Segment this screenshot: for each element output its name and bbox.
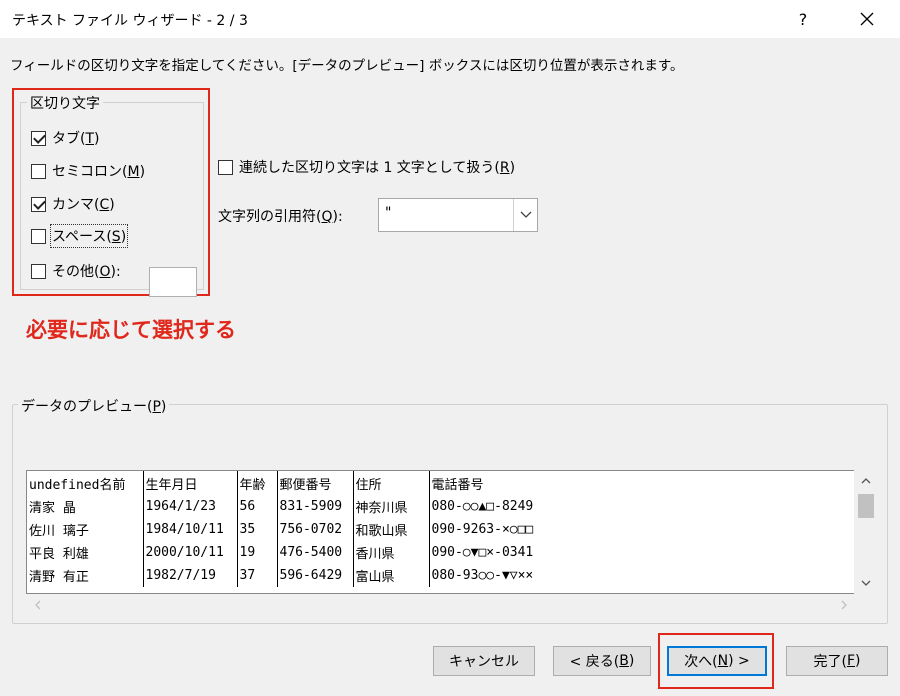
title-bar: テキスト ファイル ウィザード - 2 / 3 ? xyxy=(0,0,900,38)
comma-checkbox[interactable] xyxy=(31,196,46,212)
text-qualifier-value: " xyxy=(385,205,392,221)
preview-cell: 56 xyxy=(237,495,278,518)
annotation-text: 必要に応じて選択する xyxy=(26,318,236,342)
scroll-left-icon[interactable] xyxy=(28,594,48,616)
window-title: テキスト ファイル ウィザード - 2 / 3 xyxy=(12,13,248,29)
other-checkbox[interactable] xyxy=(31,263,46,279)
back-button[interactable]: < 戻る(B) xyxy=(553,646,651,676)
preview-cell: 清家 晶 xyxy=(27,495,144,518)
data-preview[interactable]: undefined名前 生年月日 年齢 郵便番号 住所 電話番号 清家 晶 1964/1/23… xyxy=(26,470,878,594)
preview-cell: 神奈川県 xyxy=(353,495,430,518)
preview-cell: 住所 xyxy=(353,471,430,495)
preview-row: 佐川 璃子 1984/10/11 35 756-0702 和歌山県 090-9263-×○… xyxy=(27,518,853,541)
close-icon xyxy=(860,12,874,26)
preview-table: undefined名前 生年月日 年齢 郵便番号 住所 電話番号 清家 晶 1964/1/23… xyxy=(27,471,853,587)
semicolon-option[interactable]: セミコロン(M) xyxy=(31,160,145,182)
scroll-down-icon[interactable] xyxy=(854,572,878,594)
preview-cell: 和歌山県 xyxy=(353,518,430,541)
preview-cell: 090-○▼□×-0341 xyxy=(431,545,534,560)
tab-checkbox[interactable] xyxy=(31,130,46,146)
delimiters-highlight: 区切り文字 タブ(T) セミコロン(M) カンマ(C) スペース(S) その他(… xyxy=(12,88,210,297)
preview-cell: 郵便番号 xyxy=(277,471,354,495)
preview-row: 清家 晶 1964/1/23 56 831-5909 神奈川県 080-○○▲□-8249 xyxy=(27,495,853,518)
other-option[interactable]: その他(O): xyxy=(31,260,121,282)
preview-cell: 清野 有正 xyxy=(27,564,144,587)
space-checkbox[interactable] xyxy=(31,228,46,244)
preview-cell: 476-5400 xyxy=(277,541,354,564)
preview-cell: 090-9263-×○□□ xyxy=(431,522,534,537)
preview-cell: 生年月日 xyxy=(143,471,238,495)
preview-row: 平良 利雄 2000/10/11 19 476-5400 香川県 090-○▼□×-034… xyxy=(27,541,853,564)
help-button[interactable]: ? xyxy=(783,0,823,38)
consecutive-option[interactable]: 連続した区切り文字は 1 文字として扱う(R) xyxy=(218,157,515,177)
close-button[interactable] xyxy=(845,0,889,38)
text-qualifier-label: 文字列の引用符(Q): xyxy=(218,209,343,225)
space-option[interactable]: スペース(S) xyxy=(31,224,129,248)
tab-option[interactable]: タブ(T) xyxy=(31,127,100,149)
chevron-down-icon[interactable] xyxy=(513,199,537,231)
preview-cell: 2000/10/11 xyxy=(143,541,238,564)
preview-cell: 電話番号 xyxy=(431,477,484,493)
preview-cell: 年齢 xyxy=(237,471,278,495)
scroll-thumb[interactable] xyxy=(858,494,874,518)
preview-cell: 富山県 xyxy=(353,564,430,587)
preview-cell: 香川県 xyxy=(353,541,430,564)
preview-row: undefined名前 生年月日 年齢 郵便番号 住所 電話番号 xyxy=(27,471,853,495)
finish-button[interactable]: 完了(F) xyxy=(786,646,888,676)
semicolon-checkbox[interactable] xyxy=(31,163,46,179)
scroll-up-icon[interactable] xyxy=(854,470,878,492)
other-delimiter-input[interactable] xyxy=(149,267,197,297)
preview-cell: 596-6429 xyxy=(277,564,354,587)
preview-cell: 平良 利雄 xyxy=(27,541,144,564)
preview-cell: undefined名前 xyxy=(27,471,144,495)
text-qualifier-select[interactable]: " xyxy=(378,198,538,232)
preview-cell: 35 xyxy=(237,518,278,541)
preview-cell: 37 xyxy=(237,564,278,587)
preview-cell: 佐川 璃子 xyxy=(27,518,144,541)
preview-cell: 1982/7/19 xyxy=(143,564,238,587)
preview-cell: 1964/1/23 xyxy=(143,495,238,518)
preview-cell: 1984/10/11 xyxy=(143,518,238,541)
preview-cell: 080-93○○-▼▽×× xyxy=(431,568,534,583)
preview-legend: データのプレビュー(P) xyxy=(18,396,170,416)
cancel-button[interactable]: キャンセル xyxy=(433,646,535,676)
preview-horizontal-scrollbar[interactable] xyxy=(26,594,854,616)
preview-row: 清野 有正 1982/7/19 37 596-6429 富山県 080-93○○-▼▽×× xyxy=(27,564,853,587)
preview-cell: 756-0702 xyxy=(277,518,354,541)
preview-cell: 080-○○▲□-8249 xyxy=(431,499,534,514)
preview-cell: 19 xyxy=(237,541,278,564)
instruction-text: フィールドの区切り文字を指定してください。[データのプレビュー] ボックスには区… xyxy=(10,58,684,74)
preview-vertical-scrollbar[interactable] xyxy=(854,470,878,594)
delimiters-legend: 区切り文字 xyxy=(27,93,103,113)
consecutive-checkbox[interactable] xyxy=(218,159,233,175)
next-button-highlight xyxy=(658,633,774,689)
preview-cell: 831-5909 xyxy=(277,495,354,518)
comma-option[interactable]: カンマ(C) xyxy=(31,193,115,215)
delimiters-group: 区切り文字 タブ(T) セミコロン(M) カンマ(C) スペース(S) その他(… xyxy=(20,93,204,297)
scroll-right-icon[interactable] xyxy=(834,594,854,616)
